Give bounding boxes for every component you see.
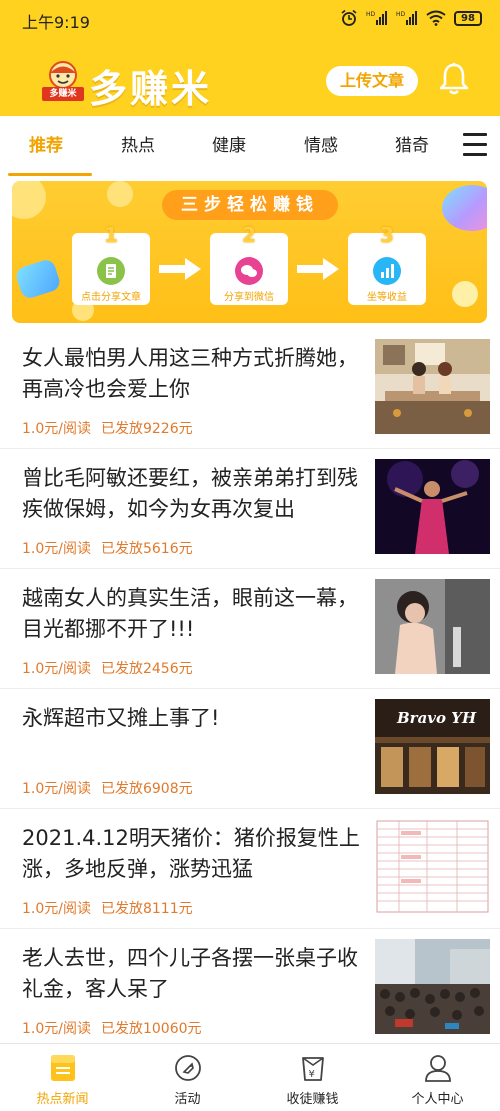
thumbnail-sign-text: Bravo YH — [397, 709, 477, 727]
nav-label: 活动 — [174, 1092, 201, 1107]
person-icon — [422, 1052, 454, 1084]
signal-hd-icon-2: HD — [396, 10, 418, 26]
article-title[interactable]: 女人最怕男人用这三种方式折腾她，再高冷也会爱上你 — [22, 343, 367, 405]
decor-circle — [107, 181, 133, 207]
nav-recruit-earn[interactable]: ¥ 收徒赚钱 — [250, 1044, 375, 1111]
article-thumbnail[interactable] — [375, 339, 490, 434]
article-title[interactable]: 曾比毛阿敏还要红，被亲弟弟打到残疾做保姆，如今为女再次复出 — [22, 463, 367, 525]
alarm-icon — [340, 9, 358, 27]
document-icon — [97, 257, 125, 285]
article-title[interactable]: 越南女人的真实生活，眼前这一幕，目光都挪不开了!!! — [22, 583, 367, 645]
tab-recommend[interactable]: 推荐 — [6, 116, 86, 176]
menu-icon[interactable] — [463, 133, 489, 159]
nav-label: 个人中心 — [411, 1092, 464, 1107]
app-bar: 多赚米 多赚米 上传文章 — [0, 48, 500, 114]
svg-text:HD: HD — [396, 11, 406, 18]
list-item[interactable]: 曾比毛阿敏还要红，被亲弟弟打到残疾做保姆，如今为女再次复出 1.0元/阅读 已发放… — [0, 449, 500, 569]
step-1-card: 1 点击分享文章 — [72, 223, 150, 305]
read-price: 1.0元/阅读 — [22, 661, 91, 677]
read-price: 1.0元/阅读 — [22, 541, 91, 557]
wifi-icon — [426, 10, 446, 26]
app-name: 多赚米 — [89, 67, 213, 111]
paid-amount: 已发放5616元 — [100, 541, 193, 557]
paid-amount: 已发放2456元 — [100, 661, 193, 677]
category-tabs: 推荐 热点 健康 情感 猎奇 — [0, 116, 500, 176]
nav-label: 热点新闻 — [36, 1092, 89, 1107]
chart-icon — [373, 257, 401, 285]
battery-indicator: 98 — [454, 10, 482, 26]
news-icon — [47, 1052, 79, 1084]
decor-circle — [12, 181, 46, 219]
tab-emotion[interactable]: 情感 — [281, 116, 361, 176]
status-bar: 上午9:19 HD HD 98 — [0, 0, 500, 38]
nav-activity[interactable]: 活动 — [125, 1044, 250, 1111]
nav-label: 收徒赚钱 — [286, 1092, 339, 1107]
banner-title: 三步轻松赚钱 — [162, 190, 338, 220]
list-item[interactable]: 越南女人的真实生活，眼前这一幕，目光都挪不开了!!! 1.0元/阅读 已发放245… — [0, 569, 500, 689]
nav-hot-news[interactable]: 热点新闻 — [0, 1044, 125, 1111]
step-number: 1 — [104, 223, 118, 247]
step-label: 点击分享文章 — [81, 292, 141, 303]
arrow-right-icon — [159, 258, 201, 280]
step-number: 2 — [242, 223, 256, 247]
wechat-icon — [235, 257, 263, 285]
tab-health[interactable]: 健康 — [189, 116, 269, 176]
tag-icon — [172, 1052, 204, 1084]
article-meta: 1.0元/阅读 已发放6908元 — [22, 778, 193, 798]
paid-amount: 已发放9226元 — [100, 421, 193, 437]
read-price: 1.0元/阅读 — [22, 781, 91, 797]
article-thumbnail[interactable] — [375, 459, 490, 554]
paid-amount: 已发放8111元 — [100, 901, 193, 917]
paid-amount: 已发放10060元 — [100, 1021, 202, 1037]
article-meta: 1.0元/阅读 已发放8111元 — [22, 898, 193, 918]
article-thumbnail[interactable] — [375, 939, 490, 1034]
step-label: 坐等收益 — [367, 292, 407, 303]
step-2-card: 2 分享到微信 — [210, 223, 288, 305]
paid-amount: 已发放6908元 — [100, 781, 193, 797]
decor-bubble — [442, 185, 487, 231]
status-time: 上午9:19 — [22, 13, 90, 32]
arrow-right-icon — [297, 258, 339, 280]
app-logo-icon: 多赚米 — [40, 58, 86, 104]
decor-circle — [452, 281, 478, 307]
money-bag-icon: ¥ — [297, 1052, 329, 1084]
article-thumbnail[interactable]: Bravo YH — [375, 699, 490, 794]
read-price: 1.0元/阅读 — [22, 421, 91, 437]
tab-curious[interactable]: 猎奇 — [372, 116, 452, 176]
app-header: 上午9:19 HD HD 98 多赚米 多赚米 上传文章 — [0, 0, 500, 116]
list-item[interactable]: 永辉超市又摊上事了! 1.0元/阅读 已发放6908元 Bravo YH — [0, 689, 500, 809]
step-number: 3 — [380, 223, 394, 247]
article-meta: 1.0元/阅读 已发放2456元 — [22, 658, 193, 678]
article-meta: 1.0元/阅读 已发放9226元 — [22, 418, 193, 438]
step-3-card: 3 坐等收益 — [348, 223, 426, 305]
status-icons: HD HD 98 — [340, 8, 482, 28]
list-item[interactable]: 女人最怕男人用这三种方式折腾她，再高冷也会爱上你 1.0元/阅读 已发放9226元 — [0, 329, 500, 449]
signal-hd-icon: HD — [366, 10, 388, 26]
tab-hot[interactable]: 热点 — [98, 116, 178, 176]
article-meta: 1.0元/阅读 已发放10060元 — [22, 1018, 202, 1038]
promo-banner[interactable]: 三步轻松赚钱 1 点击分享文章 2 分享到微信 3 坐等收益 — [12, 181, 487, 323]
logo-badge-text: 多赚米 — [49, 89, 77, 99]
read-price: 1.0元/阅读 — [22, 1021, 91, 1037]
list-item[interactable]: 2021.4.12明天猪价：猪价报复性上涨，多地反弹，涨势迅猛 1.0元/阅读已… — [0, 809, 500, 929]
decor-card-icon — [14, 257, 62, 301]
upload-article-button[interactable]: 上传文章 — [326, 66, 418, 96]
nav-profile[interactable]: 个人中心 — [375, 1044, 500, 1111]
bottom-navigation: 热点新闻 活动 ¥ 收徒赚钱 个人中心 — [0, 1043, 500, 1111]
article-thumbnail[interactable] — [375, 819, 490, 914]
read-price: 1.0元/阅读 — [22, 901, 91, 917]
step-label: 分享到微信 — [224, 292, 274, 303]
svg-text:HD: HD — [366, 11, 376, 18]
article-thumbnail[interactable] — [375, 579, 490, 674]
article-title[interactable]: 永辉超市又摊上事了! — [22, 703, 367, 734]
active-tab-indicator — [8, 173, 92, 176]
svg-text:¥: ¥ — [309, 1069, 315, 1080]
notification-bell-icon[interactable] — [438, 62, 470, 96]
list-item[interactable]: 老人去世，四个儿子各摆一张桌子收礼金，客人呆了 1.0元/阅读 已发放10060元 — [0, 929, 500, 1043]
article-title[interactable]: 老人去世，四个儿子各摆一张桌子收礼金，客人呆了 — [22, 943, 367, 1005]
article-meta: 1.0元/阅读 已发放5616元 — [22, 538, 193, 558]
article-title[interactable]: 2021.4.12明天猪价：猪价报复性上涨，多地反弹，涨势迅猛 — [22, 823, 367, 885]
